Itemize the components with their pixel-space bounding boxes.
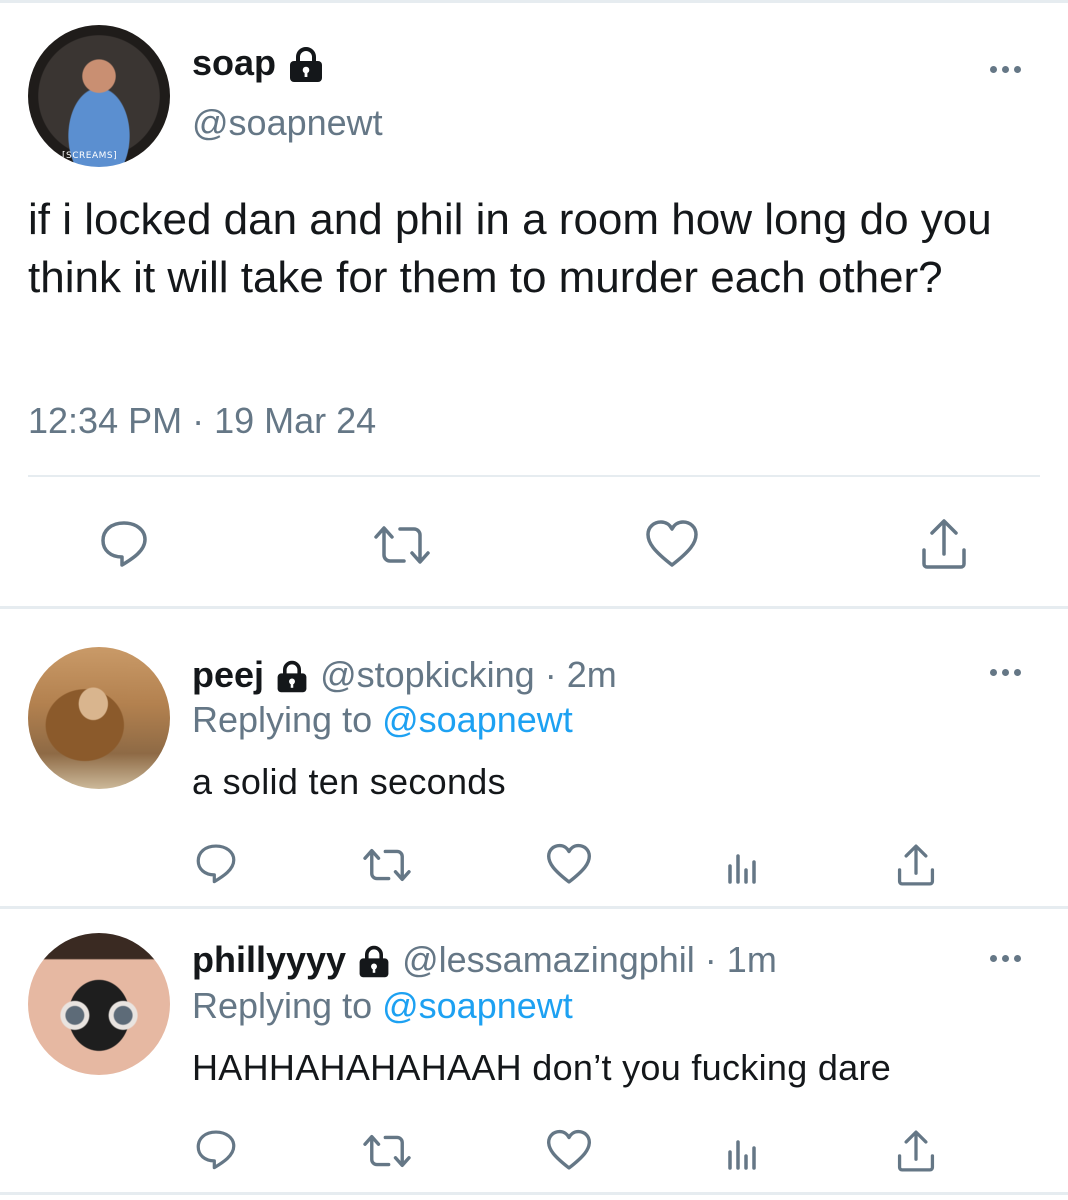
replying-prefix: Replying to [192, 699, 383, 740]
tweet-text: if i locked dan and phil in a room how l… [28, 195, 1004, 302]
author-handle[interactable]: @soapnewt [192, 103, 383, 143]
share-icon[interactable] [892, 841, 940, 889]
divider [28, 475, 1040, 477]
main-tweet: [SCREAMS] soap @soapnewt if i locked dan… [0, 3, 1068, 608]
reply-text: a solid ten seconds [192, 761, 506, 802]
reply-icon[interactable] [192, 1127, 240, 1171]
reply-time[interactable]: 2m [567, 654, 617, 695]
replying-to: Replying to @soapnewt [192, 699, 573, 741]
reply-icon[interactable] [96, 515, 152, 571]
avatar[interactable]: [SCREAMS] [28, 25, 170, 167]
tweet-timestamp[interactable]: 12:34 PM · 19 Mar 24 [28, 399, 376, 443]
meta-separator: · [694, 939, 727, 980]
lock-icon [277, 661, 307, 693]
share-icon[interactable] [916, 515, 972, 573]
retweet-icon[interactable] [370, 517, 434, 573]
analytics-icon[interactable] [718, 1131, 766, 1173]
lock-icon [359, 946, 389, 978]
display-name[interactable]: phillyyyy [192, 939, 346, 980]
avatar[interactable] [28, 647, 170, 789]
replying-prefix: Replying to [192, 985, 383, 1026]
retweet-icon[interactable] [358, 843, 416, 887]
author-handle[interactable]: @lessamazingphil [402, 939, 695, 980]
more-icon[interactable] [990, 950, 1030, 966]
mention-link[interactable]: @soapnewt [382, 699, 573, 740]
more-icon[interactable] [990, 664, 1030, 680]
reply-tweet: peej @stopkicking · 2m Replying to @soap… [0, 609, 1068, 906]
lock-icon [290, 47, 323, 83]
more-icon[interactable] [990, 61, 1030, 77]
display-name[interactable]: soap [192, 43, 326, 83]
replying-to: Replying to @soapnewt [192, 985, 573, 1027]
display-name-text: soap [192, 42, 277, 83]
share-icon[interactable] [892, 1127, 940, 1175]
reply-text: HAHHAHAHAHAAH don’t you fucking dare [192, 1047, 892, 1088]
reply-tweet: phillyyyy @lessamazingphil · 1m Replying… [0, 909, 1068, 1200]
like-icon[interactable] [544, 1129, 594, 1173]
avatar-caption: [SCREAMS] [62, 151, 118, 161]
like-icon[interactable] [544, 843, 594, 887]
reply-header: peej @stopkicking · 2m [192, 654, 617, 696]
avatar[interactable] [28, 933, 170, 1075]
analytics-icon[interactable] [718, 845, 766, 887]
reply-time[interactable]: 1m [727, 939, 777, 980]
like-icon[interactable] [642, 517, 702, 573]
meta-separator: · [534, 654, 567, 695]
divider [0, 1192, 1068, 1195]
retweet-icon[interactable] [358, 1129, 416, 1173]
reply-header: phillyyyy @lessamazingphil · 1m [192, 939, 777, 981]
reply-icon[interactable] [192, 841, 240, 885]
author-handle[interactable]: @stopkicking [320, 654, 535, 695]
display-name[interactable]: peej [192, 654, 264, 695]
mention-link[interactable]: @soapnewt [382, 985, 573, 1026]
